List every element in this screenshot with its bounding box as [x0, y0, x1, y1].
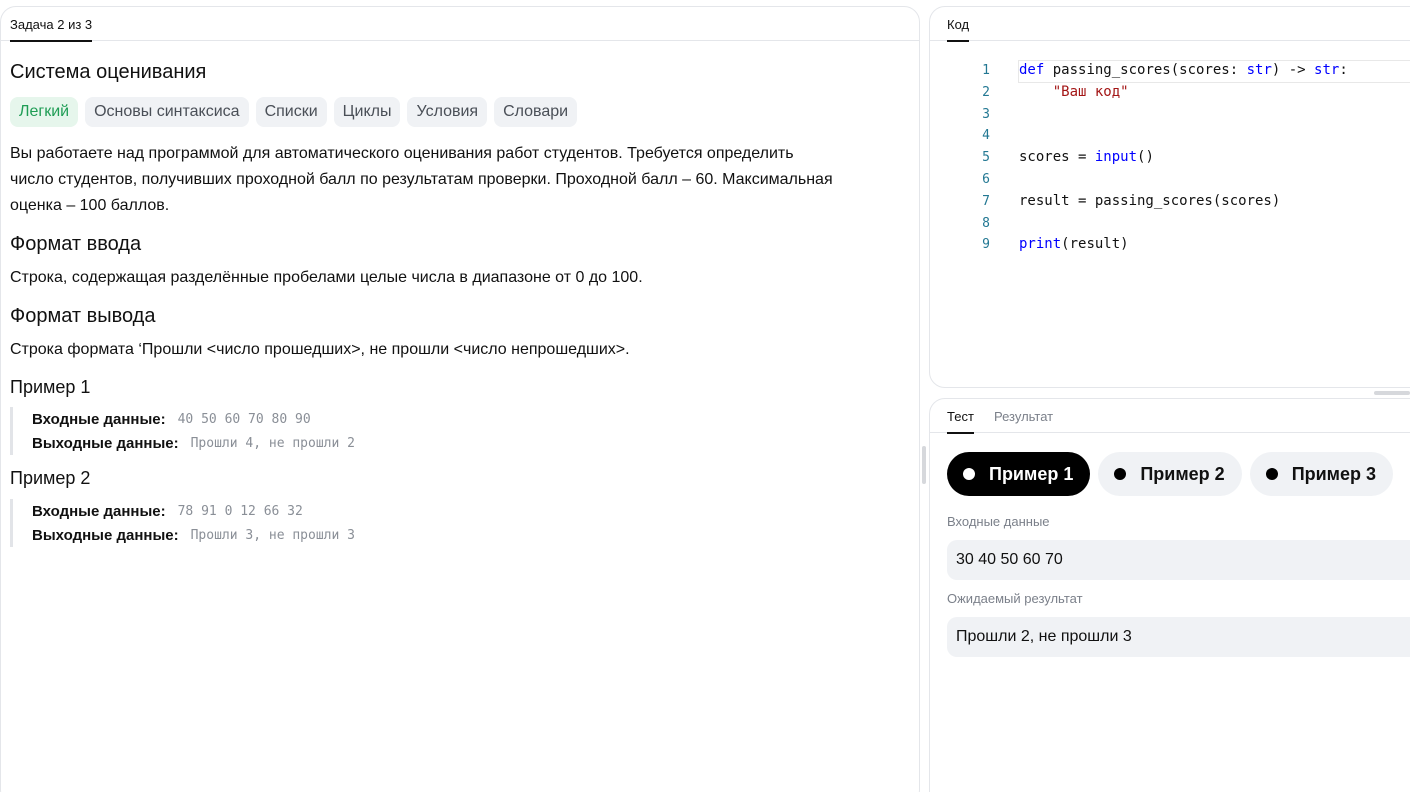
tag-conditions[interactable]: Условия: [407, 97, 488, 127]
task-description: Вы работаете над программой для автомати…: [10, 141, 910, 219]
output-format-heading: Формат вывода: [10, 305, 156, 327]
tag-syntax[interactable]: Основы синтаксиса: [85, 97, 249, 127]
task-title: Система оценивания: [10, 61, 207, 83]
input-data-value: 30 40 50 60 70: [947, 540, 1410, 580]
tag-dictionaries[interactable]: Словари: [494, 97, 578, 127]
example-input-label: Входные данные:: [32, 410, 166, 428]
tag-difficulty[interactable]: Легкий: [10, 97, 79, 127]
task-tags: Легкий Основы синтаксиса Списки Циклы Ус…: [10, 97, 578, 127]
code-line-5[interactable]: 5 scores = input(): [930, 147, 1410, 169]
code-line-9[interactable]: 9 print(result): [930, 234, 1410, 256]
code-panel: Код 1 def passing_scores(scores: str) ->…: [929, 6, 1410, 388]
line-number: 5: [982, 150, 990, 166]
task-panel: Задача 2 из 3 Система оценивания Легкий …: [0, 6, 920, 792]
code-line-2[interactable]: 2 "Ваш код": [930, 82, 1410, 104]
example-2: Входные данные: 78 91 0 12 66 32 Выходны…: [10, 499, 610, 547]
code-line-7[interactable]: 7 result = passing_scores(scores): [930, 191, 1410, 213]
example-output-label: Выходные данные:: [32, 434, 179, 452]
description-line: число студентов, получивших проходной ба…: [10, 171, 833, 188]
example-pill-label: Пример 3: [1291, 463, 1377, 484]
tab-code[interactable]: Код: [947, 17, 970, 42]
status-dot-icon: [963, 468, 975, 480]
line-number: 9: [982, 237, 990, 253]
horizontal-resize-handle[interactable]: [1374, 391, 1410, 395]
example-2-heading: Пример 2: [10, 468, 91, 488]
input-format-text: Строка, содержащая разделённые пробелами…: [10, 269, 643, 286]
line-number: 4: [982, 128, 990, 144]
code-text[interactable]: scores = input(): [1019, 147, 1154, 169]
code-text[interactable]: result = passing_scores(scores): [1019, 191, 1280, 213]
code-text[interactable]: print(result): [1019, 234, 1129, 256]
tag-lists[interactable]: Списки: [255, 97, 327, 127]
code-line-4[interactable]: 4: [930, 125, 1410, 147]
line-number: 6: [982, 171, 990, 187]
status-dot-icon: [1265, 468, 1278, 480]
example-input-label: Входные данные:: [32, 502, 166, 520]
test-panel: Тест Результат Пример 1 Пример 2 Пример …: [929, 398, 1410, 792]
tab-task-counter[interactable]: Задача 2 из 3: [10, 17, 93, 42]
example-pill-label: Пример 2: [1140, 463, 1225, 484]
example-input-value: 40 50 60 70 80 90: [177, 411, 311, 427]
code-line-1[interactable]: 1 def passing_scores(scores: str) -> str…: [930, 60, 1410, 83]
code-line-3[interactable]: 3: [930, 104, 1410, 126]
description-line: Вы работаете над программой для автомати…: [10, 145, 794, 162]
expected-result-label: Ожидаемый результат: [947, 591, 1083, 606]
example-pill-3[interactable]: Пример 3: [1249, 452, 1394, 496]
example-pill-1[interactable]: Пример 1: [947, 452, 1091, 496]
expected-result-value: Прошли 2, не прошли 3: [947, 617, 1410, 657]
line-number: 8: [982, 215, 990, 231]
code-line-8[interactable]: 8: [930, 213, 1410, 235]
example-input-value: 78 91 0 12 66 32: [177, 503, 303, 519]
code-tabs: Код: [930, 7, 1410, 42]
example-selector: Пример 1 Пример 2 Пример 3: [947, 452, 1394, 496]
tab-result[interactable]: Результат: [994, 409, 1053, 432]
input-format-heading: Формат ввода: [10, 233, 142, 255]
example-1: Входные данные: 40 50 60 70 80 90 Выходн…: [10, 407, 610, 455]
output-format-text: Строка формата ‘Прошли <число прошедших>…: [10, 341, 630, 358]
tab-test[interactable]: Тест: [947, 409, 974, 434]
test-tabs: Тест Результат: [930, 399, 1410, 434]
code-text[interactable]: "Ваш код": [1019, 82, 1129, 104]
line-number: 3: [982, 106, 990, 122]
line-number: 7: [982, 193, 990, 209]
line-number: 2: [982, 84, 990, 100]
example-1-heading: Пример 1: [10, 377, 91, 397]
example-pill-label: Пример 1: [989, 463, 1074, 484]
task-tabs: Задача 2 из 3: [1, 7, 919, 42]
example-output-value: Прошли 3, не прошли 3: [190, 527, 355, 543]
code-editor[interactable]: 1 def passing_scores(scores: str) -> str…: [930, 60, 1410, 256]
status-dot-icon: [1114, 468, 1127, 480]
example-output-label: Выходные данные:: [32, 526, 179, 544]
code-line-6[interactable]: 6: [930, 169, 1410, 191]
tag-loops[interactable]: Циклы: [333, 97, 401, 127]
example-output-value: Прошли 4, не прошли 2: [190, 435, 355, 451]
vertical-resize-handle[interactable]: [922, 446, 926, 484]
example-pill-2[interactable]: Пример 2: [1098, 452, 1242, 496]
line-number: 1: [982, 63, 990, 78]
input-data-label: Входные данные: [947, 514, 1050, 529]
code-text[interactable]: def passing_scores(scores: str) -> str:: [1019, 60, 1348, 82]
description-line: оценка – 100 баллов.: [10, 197, 170, 214]
